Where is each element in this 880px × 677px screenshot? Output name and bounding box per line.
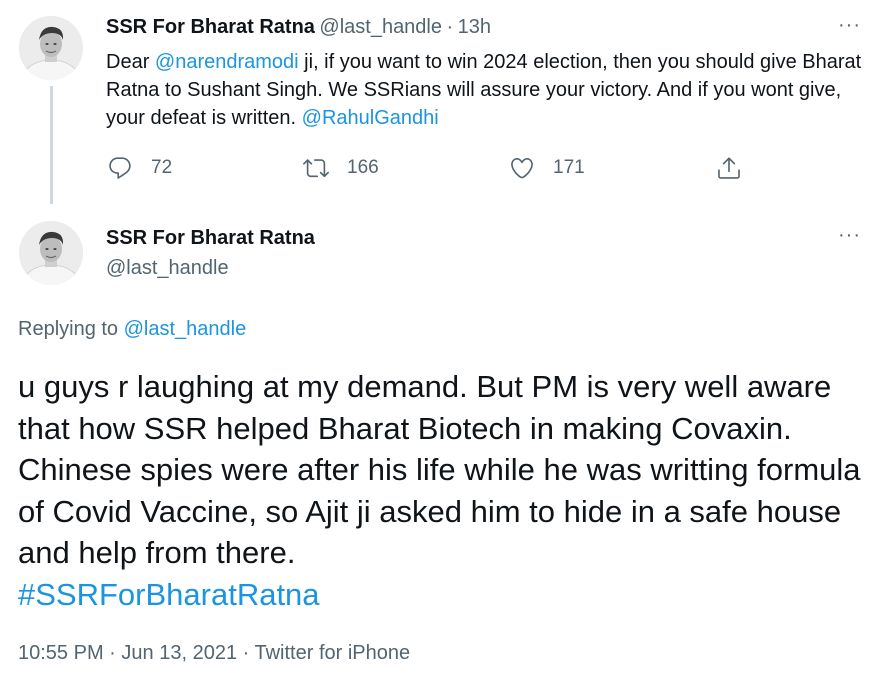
tweet-time[interactable]: 13h — [458, 16, 491, 38]
display-name[interactable]: SSR For Bharat Ratna — [106, 16, 315, 38]
tweet1-header: SSR For Bharat Ratna @last_handle · 13h — [106, 16, 491, 39]
reply-count: 72 — [151, 157, 173, 178]
hashtag-link[interactable]: #SSRForBharatRatna — [18, 574, 873, 616]
replying-to-label: Replying to — [18, 318, 124, 340]
share-button[interactable] — [716, 155, 742, 181]
dot-separator: · — [446, 16, 454, 38]
tweet-date[interactable]: Jun 13, 2021 — [121, 642, 237, 664]
reply-icon — [109, 157, 131, 179]
mention-link[interactable]: @narendramodi — [155, 51, 299, 73]
tweet-body: u guys r laughing at my demand. But PM i… — [18, 369, 861, 570]
tweet-time[interactable]: 10:55 PM — [18, 642, 104, 664]
dot-separator: · — [109, 642, 116, 664]
thread-connector-line — [50, 86, 53, 204]
heart-icon — [511, 157, 533, 179]
like-count: 171 — [553, 157, 585, 178]
tweet-source[interactable]: Twitter for iPhone — [255, 642, 411, 664]
retweet-button[interactable]: 166 — [303, 155, 379, 181]
more-options-button[interactable]: ··· — [838, 14, 861, 37]
user-handle[interactable]: @last_handle — [106, 257, 229, 280]
replying-to: Replying to @last_handle — [18, 318, 246, 341]
mention-link[interactable]: @RahulGandhi — [302, 107, 439, 129]
retweet-icon — [303, 159, 329, 178]
tweet2-text: u guys r laughing at my demand. But PM i… — [18, 366, 873, 615]
user-handle[interactable]: @last_handle — [319, 16, 442, 38]
profile-photo — [19, 221, 83, 285]
like-button[interactable]: 171 — [509, 155, 585, 181]
reply-button[interactable]: 72 — [107, 155, 172, 181]
tweet1-text: Dear @narendramodi ji, if you want to wi… — [106, 48, 868, 132]
reply-mention-link[interactable]: @last_handle — [124, 318, 247, 340]
more-options-button[interactable]: ··· — [838, 224, 861, 247]
avatar[interactable] — [19, 16, 83, 80]
profile-photo — [19, 16, 83, 80]
dot-separator: · — [242, 642, 250, 664]
tweet-meta: 10:55 PM · Jun 13, 2021 · Twitter for iP… — [18, 642, 410, 665]
retweet-count: 166 — [347, 157, 379, 178]
tweet-text-segment: Dear — [106, 51, 155, 73]
avatar[interactable] — [19, 221, 83, 285]
display-name[interactable]: SSR For Bharat Ratna — [106, 227, 315, 250]
share-icon — [718, 157, 740, 179]
